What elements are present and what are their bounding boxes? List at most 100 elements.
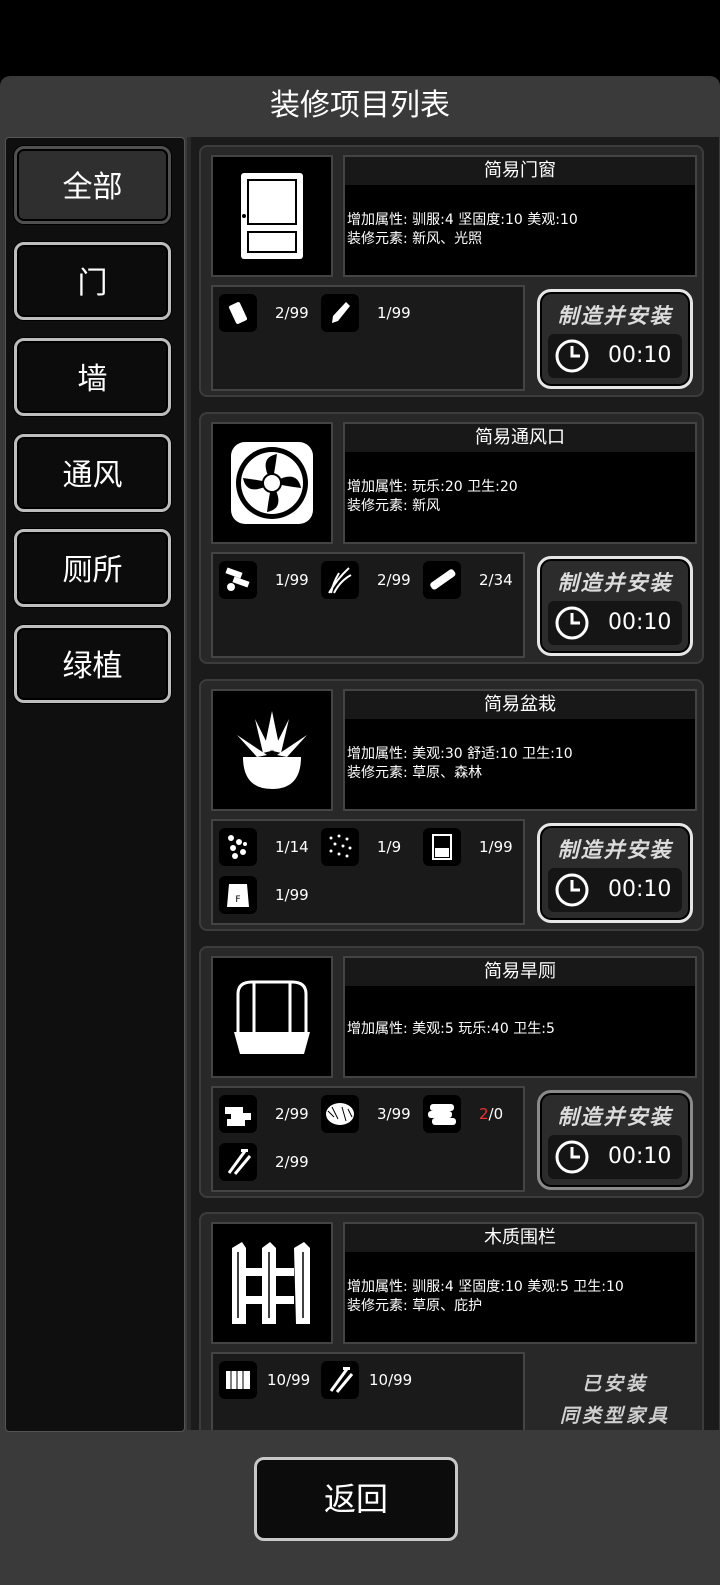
door-window-icon — [241, 173, 303, 259]
item-info: 简易旱厕 增加属性: 美观:5 玩乐:40 卫生:5 — [343, 956, 697, 1078]
clock-icon — [555, 1140, 589, 1174]
tab-ventilation[interactable]: 通风 — [14, 434, 171, 512]
clock-icon — [555, 606, 589, 640]
potted-plant-icon — [237, 711, 307, 789]
craft-install-button[interactable]: 制造并安装 00:10 — [537, 823, 693, 923]
item-image — [211, 689, 333, 811]
craft-timer: 00:10 — [548, 868, 682, 912]
sprinkle-icon — [321, 828, 359, 866]
attribute-line: 增加属性: 驯服:4 坚固度:10 美观:5 卫生:10 — [347, 1279, 624, 1295]
tab-door[interactable]: 门 — [14, 242, 171, 320]
material-entry: 1/9 — [321, 827, 401, 867]
attribute-line: 增加属性: 驯服:4 坚固度:10 美观:10 — [347, 212, 578, 228]
material-count: 3/99 — [377, 1105, 411, 1123]
material-count: 10/99 — [267, 1371, 311, 1389]
fabric-roll-icon — [219, 294, 257, 332]
craft-time: 00:10 — [608, 343, 672, 368]
material-need: /0 — [488, 1105, 504, 1123]
item-image — [211, 956, 333, 1078]
nails-icon — [219, 1143, 257, 1181]
material-entry: F 1/99 — [219, 875, 309, 915]
material-entry: 1/99 — [321, 293, 411, 333]
nails-icon — [321, 1361, 359, 1399]
material-count: 1/9 — [377, 838, 402, 856]
tab-toilet[interactable]: 厕所 — [14, 529, 171, 607]
craft-label: 制造并安装 — [557, 304, 673, 328]
wood-bundle-icon — [219, 1361, 257, 1399]
hay-icon — [321, 1095, 359, 1133]
tab-all[interactable]: 全部 — [14, 146, 171, 224]
material-entry: 1/14 — [219, 827, 309, 867]
item-attributes: 增加属性: 驯服:4 坚固度:10 美观:10 装修元素: 新风、光照 — [347, 211, 578, 249]
craft-install-button[interactable]: 制造并安装 00:10 — [537, 1090, 693, 1190]
material-entry: 2/99 — [321, 560, 411, 600]
materials-box: 10/99 10/99 — [211, 1352, 525, 1430]
item-info: 木质围栏 增加属性: 驯服:4 坚固度:10 美观:5 卫生:10 装修元素: … — [343, 1222, 697, 1344]
material-count: 2/34 — [479, 571, 513, 589]
clock-icon — [555, 339, 589, 373]
craft-timer: 00:10 — [548, 1135, 682, 1179]
item-image — [211, 155, 333, 277]
materials-box: 1/14 1/9 1/99 F 1/99 — [211, 819, 525, 925]
wooden-fence-icon — [232, 1242, 310, 1324]
materials-box: 2/99 1/99 — [211, 285, 525, 391]
material-entry: 2/99 — [219, 1094, 309, 1134]
back-button[interactable]: 返回 — [254, 1457, 458, 1541]
material-count: 1/99 — [275, 571, 309, 589]
material-count: 2/99 — [275, 1153, 309, 1171]
material-entry: 2/99 — [219, 1142, 309, 1182]
glue-bottle-icon — [321, 294, 359, 332]
material-entry: 2/99 — [219, 293, 309, 333]
boards-icon — [219, 1095, 257, 1133]
material-entry: 10/99 — [219, 1360, 310, 1400]
material-count: 2/0 — [479, 1105, 503, 1123]
material-entry: 1/99 — [423, 827, 513, 867]
list-item: 简易旱厕 增加属性: 美观:5 玩乐:40 卫生:5 2/99 3/99 2/0… — [199, 946, 704, 1198]
item-info: 简易盆栽 增加属性: 美观:30 舒适:10 卫生:10 装修元素: 草原、森林 — [343, 689, 697, 811]
dry-toilet-icon — [234, 980, 310, 1054]
craft-time: 00:10 — [608, 877, 672, 902]
material-count: 2/99 — [275, 1105, 309, 1123]
craft-timer: 00:10 — [548, 601, 682, 645]
item-attributes: 增加属性: 玩乐:20 卫生:20 装修元素: 新风 — [347, 478, 518, 516]
craft-label: 制造并安装 — [557, 838, 673, 862]
item-list[interactable]: 简易门窗 增加属性: 驯服:4 坚固度:10 美观:10 装修元素: 新风、光照… — [187, 137, 719, 1430]
item-name: 简易盆栽 — [345, 691, 695, 719]
fertilizer-bag-icon: F — [219, 876, 257, 914]
craft-install-button[interactable]: 制造并安装 00:10 — [537, 289, 693, 389]
craft-install-button[interactable]: 制造并安装 00:10 — [537, 556, 693, 656]
svg-text:F: F — [235, 895, 240, 905]
fan-vent-icon — [231, 442, 313, 524]
attribute-line: 增加属性: 美观:30 舒适:10 卫生:10 — [347, 746, 573, 762]
material-count: 2/99 — [377, 571, 411, 589]
materials-box: 2/99 3/99 2/0 2/99 — [211, 1086, 525, 1192]
installed-label: 已安装 — [581, 1373, 648, 1395]
material-have: 2 — [479, 1105, 489, 1123]
item-attributes: 增加属性: 驯服:4 坚固度:10 美观:5 卫生:10 装修元素: 草原、庇护 — [347, 1278, 624, 1316]
craft-time: 00:10 — [608, 1144, 672, 1169]
list-item: 木质围栏 增加属性: 驯服:4 坚固度:10 美观:5 卫生:10 装修元素: … — [199, 1212, 704, 1430]
material-count: 1/14 — [275, 838, 309, 856]
material-count: 1/99 — [275, 886, 309, 904]
material-entry: 2/0 — [423, 1094, 503, 1134]
list-item: 简易门窗 增加属性: 驯服:4 坚固度:10 美观:10 装修元素: 新风、光照… — [199, 145, 704, 397]
item-info: 简易门窗 增加属性: 驯服:4 坚固度:10 美观:10 装修元素: 新风、光照 — [343, 155, 697, 277]
item-attributes: 增加属性: 美观:5 玩乐:40 卫生:5 — [347, 1020, 555, 1039]
tab-wall[interactable]: 墙 — [14, 338, 171, 416]
element-line: 装修元素: 草原、庇护 — [347, 1298, 483, 1314]
tab-plants[interactable]: 绿植 — [14, 625, 171, 703]
logs-icon — [423, 1095, 461, 1133]
material-entry: 3/99 — [321, 1094, 411, 1134]
item-image — [211, 1222, 333, 1344]
installed-note: 同类型家具 — [559, 1405, 670, 1427]
material-entry: 1/99 — [219, 560, 309, 600]
installed-status: 已安装 同类型家具 — [537, 1356, 693, 1430]
item-name: 简易旱厕 — [345, 958, 695, 986]
material-count: 1/99 — [479, 838, 513, 856]
material-entry: 2/34 — [423, 560, 513, 600]
attribute-line: 增加属性: 美观:5 玩乐:40 卫生:5 — [347, 1021, 555, 1037]
craft-label: 制造并安装 — [557, 1105, 673, 1129]
clock-icon — [555, 873, 589, 907]
element-line: 装修元素: 草原、森林 — [347, 765, 483, 781]
item-name: 木质围栏 — [345, 1224, 695, 1252]
